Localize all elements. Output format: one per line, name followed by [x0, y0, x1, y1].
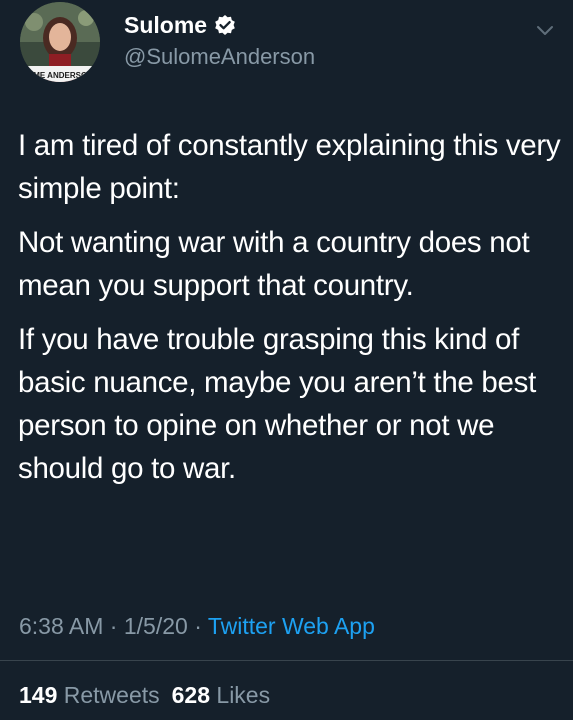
avatar[interactable]: OME ANDERSON: [20, 2, 100, 82]
tweet-header: OME ANDERSON Sulome @SulomeAnderson: [20, 2, 553, 82]
tweet-source-link[interactable]: Twitter Web App: [208, 613, 375, 639]
author-name-row[interactable]: Sulome: [124, 12, 236, 38]
tweet-text: I am tired of constantly explaining this…: [18, 124, 563, 501]
retweets-label: Retweets: [63, 682, 160, 708]
retweets-stat[interactable]: 149 Retweets: [19, 682, 160, 708]
meta-separator: ·: [194, 613, 202, 639]
tweet-metadata: 6:38 AM · 1/5/20 · Twitter Web App: [19, 611, 375, 641]
likes-count: 628: [171, 682, 211, 708]
verified-badge-icon: [214, 14, 236, 36]
tweet-card: OME ANDERSON Sulome @SulomeAnderson I am…: [0, 0, 573, 720]
tweet-date[interactable]: 1/5/20: [124, 613, 188, 639]
divider: [0, 660, 573, 661]
author-handle[interactable]: @SulomeAnderson: [124, 44, 315, 70]
avatar-caption: OME ANDERSON: [27, 71, 93, 80]
tweet-paragraph: I am tired of constantly explaining this…: [18, 129, 561, 205]
display-name[interactable]: Sulome: [124, 12, 207, 38]
tweet-time[interactable]: 6:38 AM: [19, 613, 103, 639]
tweet-paragraph: Not wanting war with a country does not …: [18, 226, 530, 302]
engagement-stats: 149 Retweets 628 Likes: [19, 680, 270, 710]
meta-separator: ·: [109, 613, 118, 639]
likes-label: Likes: [216, 682, 271, 708]
retweets-count: 149: [19, 682, 58, 708]
tweet-paragraph: If you have trouble grasping this kind o…: [18, 323, 536, 485]
chevron-down-icon[interactable]: [535, 24, 555, 38]
likes-stat[interactable]: 628 Likes: [172, 682, 270, 708]
